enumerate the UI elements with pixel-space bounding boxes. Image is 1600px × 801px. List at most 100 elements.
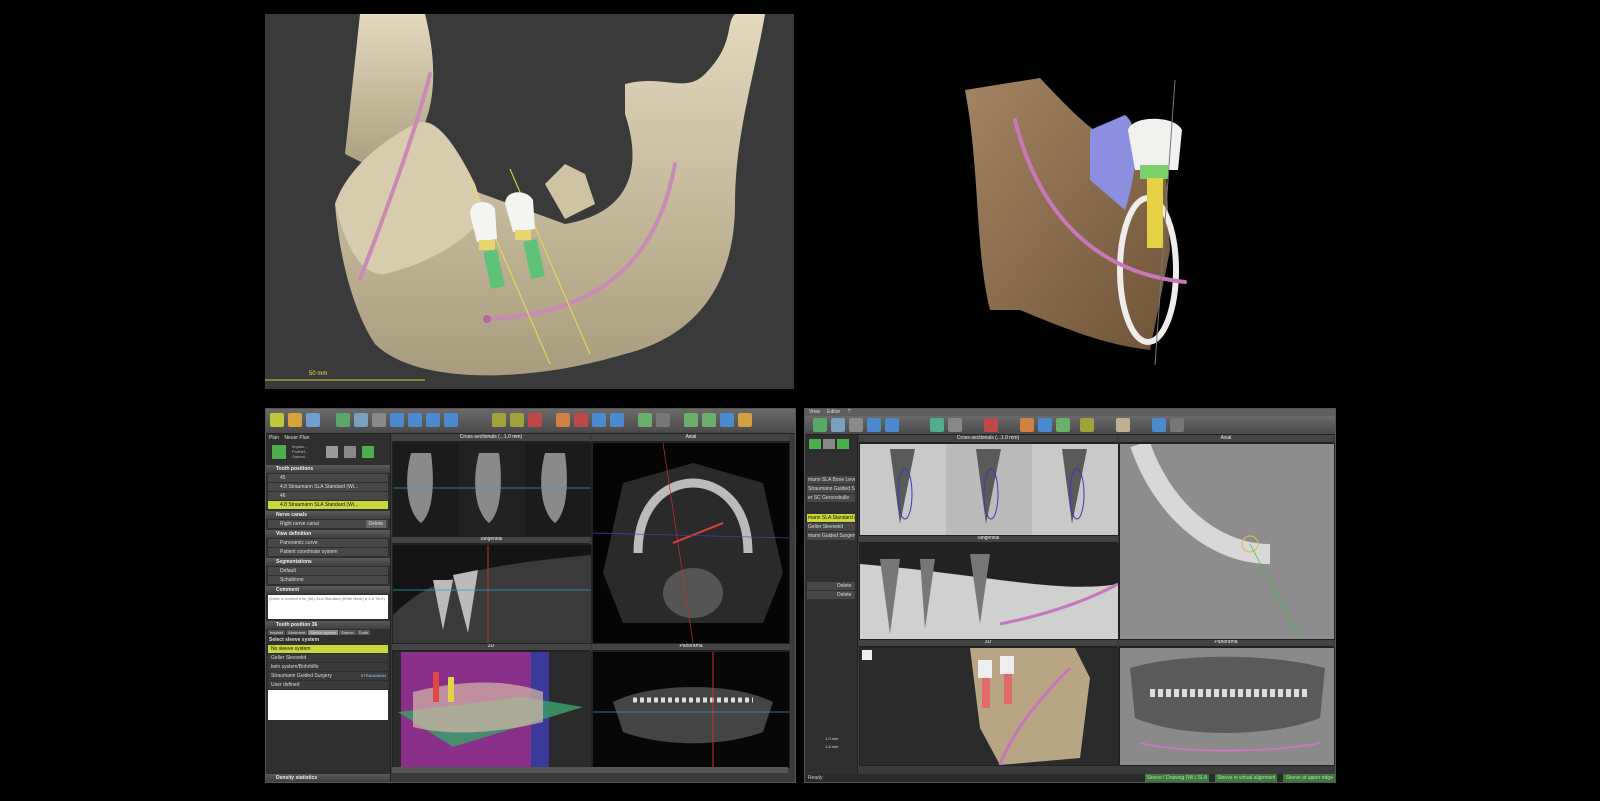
3d-view[interactable]	[392, 651, 592, 768]
implant-tool-2-icon[interactable]	[354, 413, 368, 427]
layout-2-icon[interactable]	[510, 413, 524, 427]
move-icon[interactable]	[720, 413, 734, 427]
section-view-definition[interactable]: View definition	[266, 530, 390, 538]
segment-default-row[interactable]: Default	[268, 567, 388, 575]
sleeve-option-kein[interactable]: kein system/Bohrhilfe	[268, 663, 388, 671]
delete-button-2[interactable]: Delete	[807, 591, 855, 599]
mandible-3d-view[interactable]: 50 mm	[265, 14, 794, 389]
plus-icon[interactable]	[930, 418, 944, 432]
rotate-2-icon[interactable]	[702, 413, 716, 427]
undo-icon[interactable]	[638, 413, 652, 427]
axial-view[interactable]	[592, 442, 790, 644]
delete-x-icon[interactable]	[837, 439, 849, 449]
sleeve-2-icon[interactable]	[408, 413, 422, 427]
tooth-row-45[interactable]: 4.8 Straumann SLA Standard (Wi...	[268, 483, 388, 491]
tooth-group-45[interactable]: 45	[268, 474, 388, 482]
menu-help[interactable]: ?	[848, 409, 851, 415]
section-density-statistics[interactable]: Density statistics	[266, 774, 390, 782]
sleeve-icon[interactable]	[867, 418, 881, 432]
ruler-icon[interactable]	[1116, 418, 1130, 432]
implant-item-2[interactable]: Straumann Guided Surgery	[807, 485, 855, 493]
status-ready: Ready	[808, 775, 823, 781]
implant-tool-icon[interactable]	[336, 413, 350, 427]
view-scrollbar[interactable]	[392, 767, 788, 773]
right-panorama-view[interactable]	[1119, 647, 1335, 766]
comment-textarea[interactable]: (Enter a comment for (36) SLA Standard (…	[268, 595, 388, 619]
nerve-canal-row[interactable]: Right nerve canal Delete	[268, 520, 388, 528]
tooth-row-46[interactable]: 4.8 Straumann SLA Standard (Wi...	[268, 501, 388, 509]
menu-editor[interactable]: Editor	[827, 409, 840, 415]
record-icon[interactable]	[984, 418, 998, 432]
sleeve-icon[interactable]	[390, 413, 404, 427]
right-3d-view[interactable]	[859, 647, 1119, 766]
pin-icon[interactable]	[1152, 418, 1166, 432]
view-a-icon[interactable]	[862, 650, 872, 660]
lock-icon[interactable]	[1170, 418, 1184, 432]
tangential-view[interactable]	[392, 544, 592, 644]
measure-icon[interactable]	[1020, 418, 1034, 432]
grid-icon[interactable]	[948, 418, 962, 432]
add-plus-icon[interactable]	[272, 445, 286, 459]
tab-abutment[interactable]: Abutment	[286, 630, 308, 635]
cube-2-icon[interactable]	[610, 413, 624, 427]
implant-tool-2-icon[interactable]	[831, 418, 845, 432]
measure-icon[interactable]	[556, 413, 570, 427]
section-segmentations[interactable]: Segmentations	[266, 558, 390, 566]
right-tangential-view[interactable]	[859, 543, 1119, 640]
tooth-group-46[interactable]: 46	[268, 492, 388, 500]
implant-tool-icon[interactable]	[813, 418, 827, 432]
right-sidebar: mann SLA Bone Level (Roxo... Straumann G…	[805, 435, 858, 774]
plan-name[interactable]: Neuer Plan	[284, 435, 309, 441]
sleeve-3-icon[interactable]	[426, 413, 440, 427]
add-green-icon[interactable]	[809, 439, 821, 449]
annotate-icon[interactable]	[574, 413, 588, 427]
implant-item-6[interactable]: mann Guided Surgery	[807, 532, 855, 540]
undo-icon[interactable]	[1056, 418, 1070, 432]
sleeve-option-none[interactable]: No sleeve system	[268, 645, 388, 653]
implant-item-3[interactable]: er SC Geroosbulle	[807, 494, 855, 502]
back-icon[interactable]	[270, 413, 284, 427]
implant-add-icon[interactable]	[326, 446, 338, 458]
redo-icon[interactable]	[656, 413, 670, 427]
panoramic-curve-row[interactable]: Panoramic curve	[268, 539, 388, 547]
right-cross-sectional-view[interactable]	[859, 443, 1119, 536]
bone-section-3d-view[interactable]	[960, 70, 1240, 370]
cross-sectional-view[interactable]	[392, 442, 592, 537]
tab-tooth[interactable]: Tooth	[356, 630, 371, 635]
select-sleeve-label: Select sleeve system	[269, 637, 320, 643]
implant-tool-3-icon[interactable]	[849, 418, 863, 432]
cube-icon[interactable]	[592, 413, 606, 427]
delete-x-icon[interactable]	[362, 446, 374, 458]
menu-view[interactable]: View	[809, 409, 820, 415]
implant-item-5[interactable]: Geller Sleevekit	[807, 523, 855, 531]
implant-item-1[interactable]: mann SLA Bone Level (Roxo...	[807, 476, 855, 484]
layout-icon[interactable]	[1080, 418, 1094, 432]
check-icon[interactable]	[344, 446, 356, 458]
tab-sleeve-system[interactable]: Sleeve system	[308, 630, 339, 635]
implant-item-4[interactable]: mann SLA Standard (Wi...)	[807, 514, 855, 522]
section-nerve-canals[interactable]: Nerve canals	[266, 511, 390, 519]
panorama-view[interactable]	[592, 651, 790, 768]
layout-1-icon[interactable]	[492, 413, 506, 427]
section-tooth-positions[interactable]: Tooth positions	[266, 465, 390, 473]
tab-sleeve[interactable]: Sleeve	[339, 630, 356, 635]
select-icon[interactable]	[1038, 418, 1052, 432]
delete-nerve-button[interactable]: Delete	[365, 520, 386, 528]
sleeve-4-icon[interactable]	[444, 413, 458, 427]
delete-button-1[interactable]: Delete	[807, 582, 855, 590]
sleeve-2-icon[interactable]	[885, 418, 899, 432]
sleeve-option-geller[interactable]: Geller Sleevekit	[268, 654, 388, 662]
implant-tool-3-icon[interactable]	[372, 413, 386, 427]
tab-implant[interactable]: Implant	[268, 630, 286, 635]
sleeve-option-straumann[interactable]: Straumann Guided Surgery STRAUMANN	[268, 672, 388, 680]
sleeve-option-user[interactable]: User defined	[268, 681, 388, 689]
settings-icon[interactable]	[306, 413, 320, 427]
layout-3-icon[interactable]	[528, 413, 542, 427]
reset-icon[interactable]	[738, 413, 752, 427]
coordinate-system-row[interactable]: Patient coordinate system	[268, 548, 388, 556]
folder-icon[interactable]	[288, 413, 302, 427]
check-icon[interactable]	[823, 439, 835, 449]
segment-schablone-row[interactable]: Schablone	[268, 576, 388, 584]
right-axial-view[interactable]	[1119, 443, 1335, 640]
rotate-icon[interactable]	[684, 413, 698, 427]
